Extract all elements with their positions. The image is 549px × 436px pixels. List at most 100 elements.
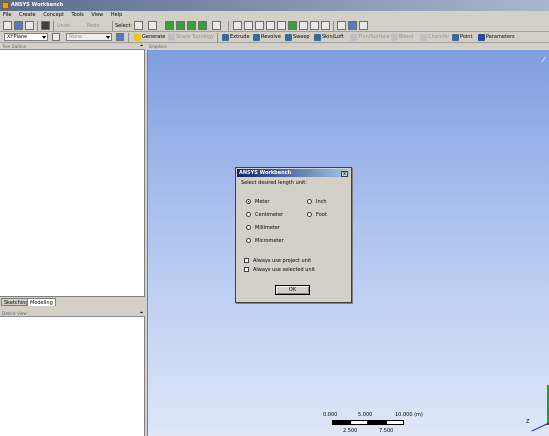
parameters-icon (478, 34, 485, 41)
chamfer-button[interactable]: Chamfer (420, 32, 450, 43)
new-file-icon[interactable] (3, 21, 12, 30)
select-face-icon[interactable] (187, 21, 196, 30)
scale-label-5: 5.000 (358, 412, 373, 418)
chevron-down-icon (106, 36, 110, 39)
plane-combo[interactable]: XYPlane (4, 33, 48, 41)
select-body-icon[interactable] (198, 21, 207, 30)
checkbox-icon[interactable] (244, 267, 249, 272)
radio-icon[interactable] (307, 212, 312, 217)
menu-create[interactable]: Create (16, 11, 39, 20)
redo-button[interactable]: Redo (87, 20, 100, 32)
thin-surface-button[interactable]: Thin/Surface (350, 32, 390, 43)
pin-icon[interactable]: ⌖ (140, 44, 143, 49)
ansys-logo-mark: ⁄ (543, 56, 545, 64)
previous-view-icon[interactable] (321, 21, 330, 30)
undo-button[interactable]: Undo (57, 20, 70, 32)
menu-file[interactable]: File (0, 11, 14, 20)
details-view-title: Details View (2, 311, 27, 316)
axis-triad[interactable]: Z (520, 385, 549, 432)
select-filter-icon[interactable] (148, 21, 157, 30)
revolve-button[interactable]: Revolve (253, 32, 281, 43)
unit-option-centimeter[interactable]: Centimeter (246, 211, 283, 219)
new-plane-icon[interactable] (52, 33, 60, 41)
magnifier-icon[interactable] (288, 21, 297, 30)
unit-option-millimeter[interactable]: Millimeter (246, 224, 280, 232)
menu-concept[interactable]: Concept (40, 11, 67, 20)
select-point-icon[interactable] (165, 21, 174, 30)
parameters-button[interactable]: Parameters (478, 32, 515, 43)
unit-option-meter[interactable]: Meter (246, 198, 269, 206)
menu-help[interactable]: Help (108, 11, 125, 20)
share-topology-button[interactable]: Share Topology (168, 32, 214, 43)
skin-loft-button[interactable]: Skin/Loft (314, 32, 344, 43)
zoom-out-icon[interactable] (299, 21, 308, 30)
pin-icon[interactable]: ⌖ (140, 311, 143, 316)
unit-option-foot[interactable]: Foot (307, 211, 327, 219)
sweep-icon (285, 34, 292, 41)
export-icon[interactable] (25, 21, 34, 30)
select-label: Select: (115, 23, 133, 29)
graphics-title: Graphics (149, 44, 167, 49)
tree-outline-header: Tree Outline ⌖ (0, 43, 145, 50)
modeling-toolbar: XYPlane None Generate Share Topology Ext… (0, 32, 549, 43)
zoom-to-fit-icon[interactable] (277, 21, 286, 30)
dialog-prompt: Select desired length unit: (241, 180, 307, 186)
always-project-unit-checkbox[interactable]: Always use project unit (244, 257, 311, 265)
extend-selection-icon[interactable] (212, 21, 221, 30)
tree-outline-panel[interactable] (0, 50, 145, 296)
scale-segment (350, 420, 368, 425)
point-button[interactable]: Point (452, 32, 472, 43)
iso-view-icon[interactable] (310, 21, 319, 30)
chevron-down-icon (42, 36, 46, 39)
zoom-icon[interactable] (255, 21, 264, 30)
blend-icon (391, 34, 398, 41)
menu-view[interactable]: View (88, 11, 106, 20)
generate-button[interactable]: Generate (134, 32, 165, 43)
tab-modeling[interactable]: Modeling (27, 298, 56, 306)
select-edge-icon[interactable] (176, 21, 185, 30)
plane-value: XYPlane (7, 34, 28, 40)
scale-label-10: 10.000 (m) (395, 412, 423, 418)
point-icon (452, 34, 459, 41)
extrude-button[interactable]: Extrude (222, 32, 250, 43)
sweep-button[interactable]: Sweep (285, 32, 310, 43)
pan-icon[interactable] (244, 21, 253, 30)
window-title: ANSYS Workbench (11, 2, 64, 8)
skin-loft-icon (314, 34, 321, 41)
radio-icon[interactable] (246, 238, 251, 243)
revolve-icon (253, 34, 260, 41)
details-view-panel[interactable] (0, 317, 145, 436)
details-view-header: Details View ⌖ (0, 310, 145, 317)
dialog-title-bar: ANSYS Workbench x (237, 169, 350, 177)
save-icon[interactable] (14, 21, 23, 30)
graphics-options-icon[interactable] (359, 21, 368, 30)
always-selected-unit-checkbox[interactable]: Always use selected unit (244, 266, 315, 274)
rotate-icon[interactable] (233, 21, 242, 30)
zoom-box-icon[interactable] (266, 21, 275, 30)
radio-icon[interactable] (307, 199, 312, 204)
close-icon[interactable]: x (341, 171, 348, 177)
screenshot-icon[interactable] (41, 21, 50, 30)
wireframe-icon[interactable] (337, 21, 346, 30)
new-sketch-icon[interactable] (116, 33, 124, 41)
scale-segment (386, 420, 404, 425)
menu-tools[interactable]: Tools (68, 11, 86, 20)
chamfer-icon (420, 34, 427, 41)
unit-option-inch[interactable]: Inch (307, 198, 327, 206)
thin-surface-icon (350, 34, 357, 41)
unit-option-micrometer[interactable]: Micrometer (246, 237, 284, 245)
radio-selected-icon[interactable] (246, 199, 251, 204)
scale-bar: 0.000 5.000 10.000 (m) 2.500 7.500 (323, 412, 433, 436)
z-axis-arrow (531, 423, 549, 432)
scale-label-0: 0.000 (323, 412, 338, 418)
blend-button[interactable]: Blend (391, 32, 413, 43)
ok-button[interactable]: OK (275, 285, 310, 295)
select-mode-icon[interactable] (134, 21, 143, 30)
radio-icon[interactable] (246, 212, 251, 217)
display-icon[interactable] (348, 21, 357, 30)
ansys-app-icon (2, 2, 9, 9)
radio-icon[interactable] (246, 225, 251, 230)
sketch-combo[interactable]: None (66, 33, 112, 41)
checkbox-icon[interactable] (244, 258, 249, 263)
menu-bar: File Create Concept Tools View Help (0, 11, 549, 20)
